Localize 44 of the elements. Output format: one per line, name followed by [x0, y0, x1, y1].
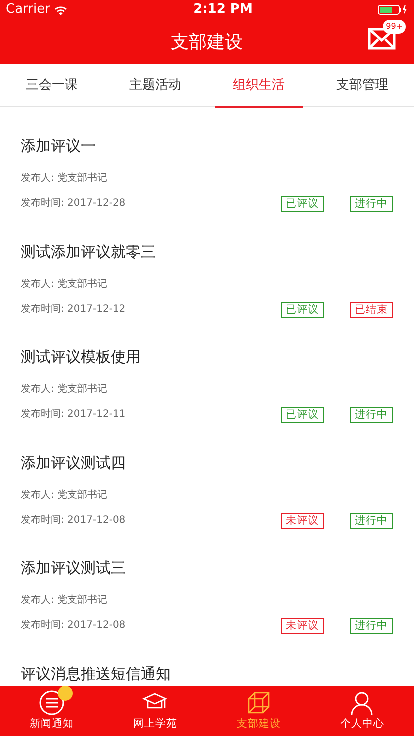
tab[interactable]: 三会一课: [0, 64, 104, 107]
status-tag: 已评议: [281, 407, 324, 423]
status-tag: 已评议: [281, 302, 324, 318]
publisher-text: 发布人: 党支部书记: [21, 172, 109, 186]
item-title: 测试添加评议就零三: [21, 242, 157, 262]
tab-bar-item[interactable]: 新闻通知: [0, 686, 104, 736]
notification-badge: 99+: [383, 20, 406, 34]
tab-bar-item[interactable]: 支部建设: [207, 686, 310, 736]
date-text: 发布时间: 2017-12-28: [21, 197, 126, 211]
item-title: 添加评议测试三: [21, 558, 127, 578]
mail-icon[interactable]: [368, 28, 396, 50]
status-tag: 进行中: [350, 407, 393, 423]
status-tag: 已结束: [350, 302, 393, 318]
battery-icon: [378, 4, 408, 16]
status-tag: 已评议: [281, 196, 324, 212]
wifi-icon: [54, 4, 68, 16]
publisher-text: 发布人: 党支部书记: [21, 488, 109, 502]
date-text: 发布时间: 2017-12-08: [21, 619, 126, 633]
publisher-text: 发布人: 党支部书记: [21, 383, 109, 397]
status-tag: 进行中: [350, 512, 393, 528]
menu-icon: [38, 690, 65, 716]
tab-bar-item[interactable]: 网上学苑: [104, 686, 207, 736]
page-title: 支部建设: [171, 30, 243, 54]
item-title: 添加评议一: [21, 136, 97, 156]
item-title: 测试评议模板使用: [21, 347, 142, 367]
item-title: 添加评议测试四: [21, 452, 127, 472]
date-text: 发布时间: 2017-12-08: [21, 514, 126, 528]
date-text: 发布时间: 2017-12-11: [21, 408, 126, 422]
status-tag: 未评议: [281, 512, 324, 528]
publisher-text: 发布人: 党支部书记: [21, 594, 109, 608]
tab[interactable]: 支部管理: [310, 64, 414, 107]
status-tag: 进行中: [350, 196, 393, 212]
tab[interactable]: 组织生活: [207, 64, 310, 107]
publisher-text: 发布人: 党支部书记: [21, 278, 109, 292]
status-tag: 未评议: [281, 618, 324, 634]
person-icon: [349, 690, 376, 716]
item-title: 评议消息推送短信通知: [21, 664, 172, 684]
clock-text: 2:12 PM: [194, 1, 253, 20]
date-text: 发布时间: 2017-12-12: [21, 302, 126, 316]
tab[interactable]: 主题活动: [104, 64, 207, 107]
cube-icon: [246, 690, 272, 716]
status-tag: 进行中: [350, 618, 393, 634]
carrier-text: Carrier: [6, 1, 50, 20]
tab-bar-item[interactable]: 个人中心: [310, 686, 414, 736]
